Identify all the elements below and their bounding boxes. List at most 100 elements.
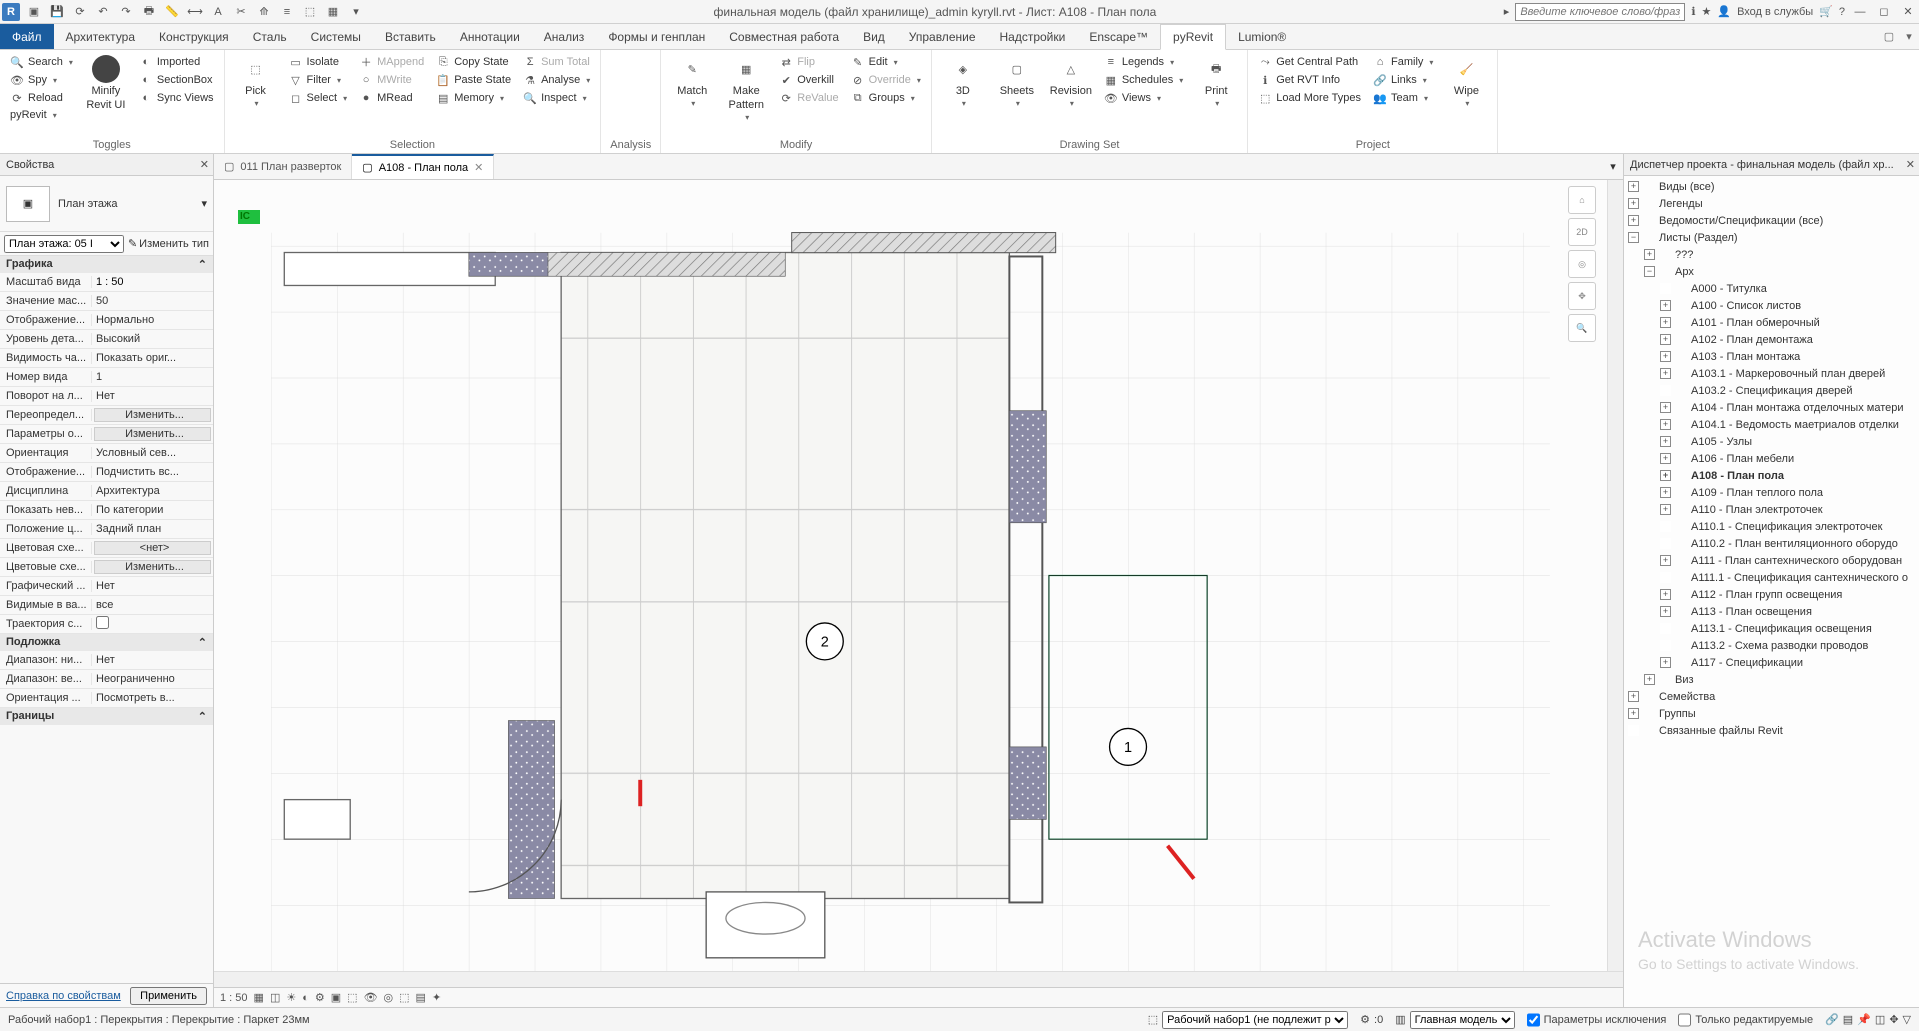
copystate-button[interactable]: ⎘Copy State (434, 54, 513, 70)
tree-node[interactable]: +Виз (1624, 671, 1919, 688)
edit-button[interactable]: ✎Edit (849, 54, 923, 70)
property-row[interactable]: Отображение...Нормально (0, 311, 213, 330)
expand-icon[interactable]: + (1660, 300, 1671, 311)
tab-structure[interactable]: Конструкция (147, 24, 241, 49)
info-center-icon[interactable]: ℹ (1691, 5, 1695, 18)
expand-icon[interactable]: + (1660, 470, 1671, 481)
groups-button[interactable]: ⧉Groups (849, 90, 923, 106)
tree-node[interactable]: +A105 - Узлы (1624, 433, 1919, 450)
instance-selector[interactable]: План этажа: 05 I (4, 235, 124, 253)
scale-selector[interactable]: 1 : 50 (220, 992, 248, 1004)
tree-node[interactable]: +A112 - План групп освещения (1624, 586, 1919, 603)
tree-node[interactable]: A110.2 - План вентиляционного оборудо (1624, 535, 1919, 552)
rendering-icon[interactable]: ⚙ (315, 991, 325, 1004)
drawing-canvas[interactable]: IC (214, 180, 1607, 971)
drag-icon[interactable]: ✥ (1889, 1013, 1898, 1026)
steering-icon[interactable]: ◎ (1568, 250, 1596, 278)
tab-architecture[interactable]: Архитектура (54, 24, 148, 49)
expand-icon[interactable]: + (1628, 691, 1639, 702)
getrvt-button[interactable]: ℹGet RVT Info (1256, 72, 1363, 88)
shadows-icon[interactable]: ◐ (302, 992, 309, 1004)
print-icon[interactable]: 🖶 (139, 2, 159, 22)
thin-lines-icon[interactable]: ≡ (277, 2, 297, 22)
expand-icon[interactable]: + (1660, 555, 1671, 566)
text-icon[interactable]: A (208, 2, 228, 22)
sectionbox-toggle[interactable]: ◐SectionBox (137, 72, 216, 88)
override-button[interactable]: ⊘Override (849, 72, 923, 88)
worksharing-icon[interactable]: ⬚ (399, 991, 409, 1004)
maximize-button[interactable]: ◻ (1875, 3, 1893, 21)
property-row[interactable]: Видимые в ва...все (0, 596, 213, 615)
tab-enscape[interactable]: Enscape™ (1077, 24, 1160, 49)
print-button[interactable]: 🖶Print (1193, 54, 1239, 109)
open-icon[interactable]: ▣ (24, 2, 44, 22)
property-row[interactable]: ДисциплинаАрхитектура (0, 482, 213, 501)
tree-node[interactable]: +A109 - План теплого пола (1624, 484, 1919, 501)
editable-icon[interactable]: ⚙ (1360, 1013, 1370, 1026)
property-value[interactable]: По категории (92, 504, 213, 516)
vertical-scrollbar[interactable] (1607, 180, 1623, 971)
expand-icon[interactable]: + (1660, 317, 1671, 328)
property-value[interactable] (92, 276, 213, 288)
view-tab-011[interactable]: ▢011 План разверток (214, 154, 352, 179)
temp-icon[interactable]: ▤ (416, 991, 426, 1004)
pastestate-button[interactable]: 📋Paste State (434, 72, 513, 88)
login-label[interactable]: Вход в службы (1737, 6, 1813, 18)
expand-icon[interactable]: + (1660, 657, 1671, 668)
tree-node[interactable]: +??? (1624, 246, 1919, 263)
edit-type-button[interactable]: ✎Изменить тип (128, 237, 209, 250)
close-icon[interactable]: ✕ (200, 158, 209, 171)
revalue-button[interactable]: ⟳ReValue (777, 90, 840, 106)
tree-node[interactable]: +Ведомости/Спецификации (все) (1624, 212, 1919, 229)
spy-button[interactable]: 👁Spy (8, 72, 75, 88)
search-button[interactable]: 🔍Search (8, 54, 75, 70)
redo-icon[interactable]: ↷ (116, 2, 136, 22)
tree-node[interactable]: +A113 - План освещения (1624, 603, 1919, 620)
property-value[interactable]: Неограниченно (92, 673, 213, 685)
exclude-checkbox[interactable] (1527, 1011, 1540, 1029)
expand-icon[interactable]: + (1660, 504, 1671, 515)
tree-node[interactable]: A111.1 - Спецификация сантехнического о (1624, 569, 1919, 586)
inspect-button[interactable]: 🔍Inspect (521, 90, 592, 106)
match-button[interactable]: ✎Match (669, 54, 715, 109)
analytical-icon[interactable]: ✦ (432, 991, 441, 1004)
pick-button[interactable]: ⬚Pick (233, 54, 279, 109)
select-underlay-icon[interactable]: ▤ (1843, 1013, 1853, 1026)
expand-icon[interactable]: + (1660, 351, 1671, 362)
tree-node[interactable]: +Легенды (1624, 195, 1919, 212)
property-row[interactable]: Параметры о...Изменить... (0, 425, 213, 444)
crop-icon[interactable]: ▣ (331, 991, 341, 1004)
ribbon-help-icon[interactable]: ▾ (1899, 24, 1919, 49)
crop-region-icon[interactable]: ⬚ (347, 991, 357, 1004)
dim-icon[interactable]: ⟷ (185, 2, 205, 22)
property-row[interactable]: Поворот на л...Нет (0, 387, 213, 406)
sumtotal-button[interactable]: ΣSum Total (521, 54, 592, 70)
property-row[interactable]: Масштаб вида (0, 273, 213, 292)
tab-systems[interactable]: Системы (299, 24, 373, 49)
qat-dropdown-icon[interactable]: ▾ (346, 2, 366, 22)
expand-icon[interactable]: + (1660, 487, 1671, 498)
getcentral-button[interactable]: ⤳Get Central Path (1256, 54, 1363, 70)
expand-icon[interactable]: + (1628, 181, 1639, 192)
family-button[interactable]: ⌂Family (1371, 54, 1435, 70)
property-value[interactable]: все (92, 599, 213, 611)
expand-icon[interactable]: + (1628, 708, 1639, 719)
apply-button[interactable]: Применить (130, 987, 207, 1005)
default3d-icon[interactable]: ⟰ (254, 2, 274, 22)
property-row[interactable]: Графический ...Нет (0, 577, 213, 596)
tree-node[interactable]: −Листы (Раздел) (1624, 229, 1919, 246)
property-value[interactable]: Показать ориг... (92, 352, 213, 364)
tree-node[interactable]: +A104.1 - Ведомость маетриалов отделки (1624, 416, 1919, 433)
tree-node[interactable]: +A102 - План демонтажа (1624, 331, 1919, 348)
property-value[interactable]: Высокий (92, 333, 213, 345)
tab-massing[interactable]: Формы и генплан (596, 24, 717, 49)
mwrite-button[interactable]: ○MWrite (357, 72, 426, 88)
zoom-icon[interactable]: 🔍 (1568, 314, 1596, 342)
property-row[interactable]: Диапазон: ве...Неограниченно (0, 670, 213, 689)
expand-icon[interactable]: + (1644, 249, 1655, 260)
close-icon[interactable]: ✕ (1906, 158, 1915, 171)
property-row[interactable]: Видимость ча...Показать ориг... (0, 349, 213, 368)
select-pinned-icon[interactable]: 📌 (1857, 1013, 1871, 1026)
design-options-icon[interactable]: ▥ (1395, 1013, 1405, 1026)
expand-icon[interactable]: + (1660, 606, 1671, 617)
